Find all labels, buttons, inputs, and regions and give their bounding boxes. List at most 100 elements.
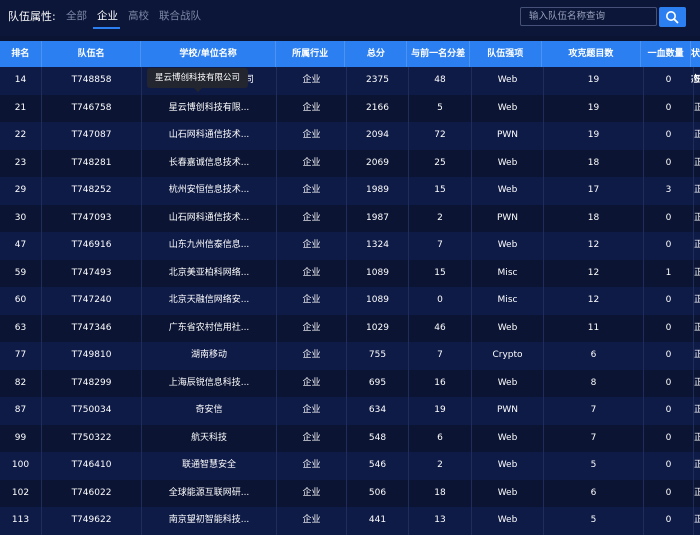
table-row[interactable]: 29T748252杭州安恒信息技术...企业198915Web173正常 bbox=[0, 177, 700, 205]
table-row[interactable]: 113T749622南京望初智能科技...企业44113Web50正常 bbox=[0, 507, 700, 535]
cell-total-score: 506 bbox=[347, 479, 409, 507]
cell-organization[interactable]: 北京美亚柏科网络... bbox=[142, 259, 277, 287]
cell-status: 正常 bbox=[694, 487, 700, 498]
cell-organization[interactable]: 上海辰锐信息科技... bbox=[142, 369, 277, 397]
cell-strength: Web bbox=[472, 314, 544, 342]
search-button[interactable] bbox=[659, 7, 686, 27]
table-body: 14T748858星云博创科技有限公司企业237548Web190正常21T74… bbox=[0, 67, 700, 535]
table-row[interactable]: 100T746410联通智慧安全企业5462Web50正常 bbox=[0, 452, 700, 480]
table-row[interactable]: 47T746916山东九州信泰信息...企业13247Web120正常 bbox=[0, 232, 700, 260]
table-row[interactable]: 102T746022全球能源互联网研...企业50618Web60正常 bbox=[0, 479, 700, 507]
cell-score-gap: 48 bbox=[409, 67, 472, 95]
cell-organization[interactable]: 长春嘉诚信息技术... bbox=[142, 149, 277, 177]
cell-first-blood: 0 bbox=[644, 149, 694, 177]
cell-rank: 113 bbox=[0, 507, 42, 535]
cell-total-score: 441 bbox=[347, 507, 409, 535]
cell-first-blood: 0 bbox=[644, 204, 694, 232]
cell-industry: 企业 bbox=[277, 369, 347, 397]
cell-solved-count: 19 bbox=[544, 67, 644, 95]
table-row[interactable]: 87T750034奇安信企业63419PWN70正常 bbox=[0, 397, 700, 425]
cell-score-gap: 15 bbox=[409, 177, 472, 205]
table-row[interactable]: 14T748858星云博创科技有限公司 企业237548Web190正常 bbox=[0, 67, 700, 95]
table-row[interactable]: 30T747093山石网科通信技术...企业19872PWN180正常 bbox=[0, 204, 700, 232]
tab-joint-team[interactable]: 联合战队 bbox=[157, 8, 209, 26]
cell-total-score: 1989 bbox=[347, 177, 409, 205]
table-row[interactable]: 63T747346广东省农村信用社...企业102946Web110正常 bbox=[0, 314, 700, 342]
table-row[interactable]: 23T748281长春嘉诚信息技术...企业206925Web180正常 bbox=[0, 149, 700, 177]
cell-solved-count: 7 bbox=[544, 424, 644, 452]
cell-organization[interactable]: 联通智慧安全 bbox=[142, 452, 277, 480]
cell-organization[interactable]: 南京望初智能科技... bbox=[142, 507, 277, 535]
cell-industry: 企业 bbox=[277, 177, 347, 205]
tab-all[interactable]: 全部 bbox=[64, 8, 95, 26]
cell-organization[interactable]: 航天科技 bbox=[142, 424, 277, 452]
cell-total-score: 1089 bbox=[347, 259, 409, 287]
cell-first-blood: 0 bbox=[644, 397, 694, 425]
cell-industry: 企业 bbox=[277, 232, 347, 260]
cell-first-blood: 0 bbox=[644, 507, 694, 535]
cell-organization[interactable]: 北京天融信网络安... bbox=[142, 287, 277, 315]
cell-total-score: 755 bbox=[347, 342, 409, 370]
cell-organization[interactable]: 全球能源互联网研... bbox=[142, 479, 277, 507]
table-header: 排名 队伍名 学校/单位名称 所属行业 总分 与前一名分差 队伍强项 攻克题目数… bbox=[0, 41, 700, 85]
search-input[interactable] bbox=[520, 7, 657, 26]
table-row[interactable]: 21T746758星云博创科技有限...企业21665Web190正常 bbox=[0, 94, 700, 122]
filter-label: 队伍属性: bbox=[8, 10, 56, 23]
cell-strength: Web bbox=[472, 149, 544, 177]
cell-score-gap: 0 bbox=[409, 287, 472, 315]
cell-first-blood: 1 bbox=[644, 259, 694, 287]
table-row[interactable]: 99T750322航天科技企业5486Web70正常 bbox=[0, 424, 700, 452]
cell-first-blood: 0 bbox=[644, 479, 694, 507]
cell-strength: Web bbox=[472, 232, 544, 260]
cell-team-name: T747093 bbox=[42, 204, 142, 232]
cell-rank: 23 bbox=[0, 149, 42, 177]
cell-industry: 企业 bbox=[277, 122, 347, 150]
cell-strength: Web bbox=[472, 424, 544, 452]
cell-organization[interactable]: 杭州安恒信息技术... bbox=[142, 177, 277, 205]
cell-solved-count: 6 bbox=[544, 479, 644, 507]
cell-team-name: T746022 bbox=[42, 479, 142, 507]
cell-solved-count: 5 bbox=[544, 452, 644, 480]
cell-status: 正常 bbox=[694, 295, 700, 305]
table-row[interactable]: 60T747240北京天融信网络安...企业10890Misc120正常 bbox=[0, 287, 700, 315]
tab-enterprise[interactable]: 企业 bbox=[93, 8, 126, 29]
table-row[interactable]: 82T748299上海辰锐信息科技...企业69516Web80正常 bbox=[0, 369, 700, 397]
cell-rank: 63 bbox=[0, 314, 42, 342]
cell-organization[interactable]: 山东九州信泰信息... bbox=[142, 232, 277, 260]
cell-score-gap: 25 bbox=[409, 149, 472, 177]
cell-strength: Web bbox=[472, 507, 544, 535]
cell-organization[interactable]: 广东省农村信用社... bbox=[142, 314, 277, 342]
cell-organization[interactable]: 山石网科通信技术... bbox=[142, 204, 277, 232]
cell-strength: Web bbox=[472, 94, 544, 122]
cell-industry: 企业 bbox=[277, 424, 347, 452]
cell-status: 正常 bbox=[694, 350, 700, 360]
cell-status: 正常 bbox=[694, 460, 700, 470]
cell-team-name: T750034 bbox=[42, 397, 142, 425]
cell-organization[interactable]: 奇安信 bbox=[142, 397, 277, 425]
cell-total-score: 2375 bbox=[347, 67, 409, 95]
cell-total-score: 546 bbox=[347, 452, 409, 480]
table-row[interactable]: 22T747087山石网科通信技术...企业209472PWN190正常 bbox=[0, 122, 700, 150]
cell-industry: 企业 bbox=[277, 507, 347, 535]
cell-organization[interactable]: 星云博创科技有限... bbox=[142, 94, 277, 122]
table-row[interactable]: 77T749810湖南移动企业7557Crypto60正常 bbox=[0, 342, 700, 370]
cell-total-score: 2094 bbox=[347, 122, 409, 150]
cell-organization[interactable]: 湖南移动 bbox=[142, 342, 277, 370]
cell-rank: 30 bbox=[0, 204, 42, 232]
table-row[interactable]: 59T747493北京美亚柏科网络...企业108915Misc121正常 bbox=[0, 259, 700, 287]
cell-industry: 企业 bbox=[277, 149, 347, 177]
cell-first-blood: 0 bbox=[644, 94, 694, 122]
cell-status: 正常 bbox=[694, 157, 700, 168]
cell-solved-count: 19 bbox=[544, 94, 644, 122]
cell-solved-count: 18 bbox=[544, 204, 644, 232]
cell-score-gap: 16 bbox=[409, 369, 472, 397]
filter-tabs: 全部 企业 高校 联合战队 bbox=[64, 8, 209, 29]
cell-team-name: T747087 bbox=[42, 122, 142, 150]
cell-solved-count: 12 bbox=[544, 232, 644, 260]
cell-score-gap: 18 bbox=[409, 479, 472, 507]
header-score-gap: 与前一名分差 bbox=[407, 41, 470, 67]
cell-strength: Misc bbox=[472, 287, 544, 315]
cell-strength: Web bbox=[472, 452, 544, 480]
cell-organization[interactable]: 山石网科通信技术... bbox=[142, 122, 277, 150]
tab-university[interactable]: 高校 bbox=[126, 8, 157, 26]
